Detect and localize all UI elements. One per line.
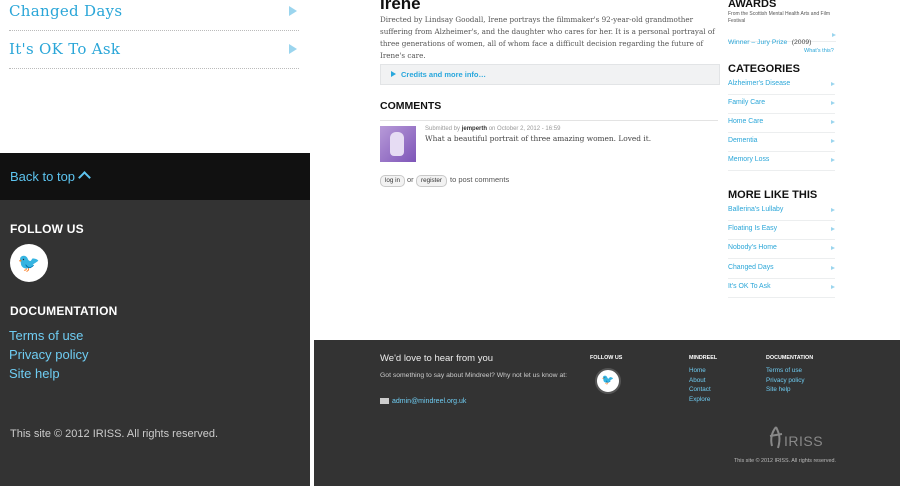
arrow-right-icon — [831, 246, 835, 250]
twitter-icon: 🐦 — [601, 375, 615, 386]
site-help-link[interactable]: Site help — [766, 386, 791, 393]
follow-us-heading: FOLLOW US — [10, 222, 84, 236]
comment-date: on October 2, 2012 - 16:59 — [488, 126, 561, 132]
related-item[interactable]: Changed Days — [728, 260, 835, 279]
arrow-right-icon — [289, 6, 297, 16]
credits-toggle[interactable]: Credits and more info… — [380, 64, 720, 85]
category-item[interactable]: Alzheimer's Disease — [728, 76, 835, 95]
arrow-right-icon — [289, 44, 297, 54]
list-item-changed-days[interactable]: Changed Days — [9, 0, 299, 31]
or-text: or — [407, 175, 414, 184]
categories-heading: CATEGORIES — [728, 63, 800, 75]
envelope-icon — [380, 398, 389, 404]
twitter-button[interactable]: 🐦 — [10, 244, 48, 282]
site-help-link[interactable]: Site help — [9, 366, 60, 381]
avatar — [380, 126, 416, 162]
arrow-right-icon — [831, 82, 835, 86]
copyright: This site © 2012 IRISS. All rights reser… — [734, 458, 836, 464]
arrow-right-icon — [831, 227, 835, 231]
chevron-up-icon — [78, 171, 91, 184]
email-link[interactable]: admin@mindreel.org.uk — [380, 398, 466, 405]
twitter-icon: 🐦 — [17, 253, 41, 273]
home-link[interactable]: Home — [689, 367, 706, 374]
category-label: Memory Loss — [728, 156, 770, 163]
comments-heading: COMMENTS — [380, 100, 442, 112]
follow-us-heading: FOLLOW US — [590, 355, 623, 361]
triangle-right-icon — [391, 71, 396, 77]
email-address: admin@mindreel.org.uk — [392, 398, 467, 405]
mindreel-heading: MINDREEL — [689, 355, 718, 361]
privacy-link[interactable]: Privacy policy — [9, 347, 88, 362]
awards-heading: AWARDS — [728, 0, 777, 10]
terms-link[interactable]: Terms of use — [766, 367, 802, 374]
documentation-heading: DOCUMENTATION — [766, 355, 814, 361]
arrow-right-icon — [831, 285, 835, 289]
footer-text: Got something to say about Mindreel? Why… — [380, 372, 568, 379]
logo-text: IRISS — [784, 433, 824, 449]
arrow-right-icon — [831, 208, 835, 212]
category-item[interactable]: Memory Loss — [728, 152, 835, 171]
arrow-right-icon — [831, 158, 835, 162]
page-title: Irene — [380, 0, 421, 13]
list-item-its-ok-to-ask[interactable]: It's OK To Ask — [9, 38, 299, 69]
desktop-view: Irene Directed by Lindsay Goodall, Irene… — [314, 0, 900, 486]
film-description: Directed by Lindsay Goodall, Irene portr… — [380, 15, 715, 60]
arrow-right-icon — [831, 266, 835, 270]
award-year: (2009) — [791, 39, 812, 46]
category-label: Alzheimer's Disease — [728, 80, 791, 87]
arrow-right-icon — [831, 101, 835, 105]
arrow-right-icon — [832, 33, 836, 37]
category-label: Home Care — [728, 118, 764, 125]
category-label: Family Care — [728, 99, 766, 106]
arrow-right-icon — [831, 139, 835, 143]
back-to-top-button[interactable]: Back to top — [0, 153, 310, 200]
related-label: Nobody's Home — [728, 244, 777, 251]
back-to-top-label: Back to top — [10, 169, 76, 184]
privacy-link[interactable]: Privacy policy — [766, 377, 805, 384]
terms-link[interactable]: Terms of use — [9, 328, 83, 343]
related-label: Floating Is Easy — [728, 225, 778, 232]
related-label: Changed Days — [728, 264, 774, 271]
register-button[interactable]: register — [416, 175, 447, 187]
comment-meta-prefix: Submitted by — [425, 126, 461, 132]
comment-author[interactable]: jemperth — [462, 126, 487, 132]
contact-link[interactable]: Contact — [689, 386, 711, 393]
explore-link[interactable]: Explore — [689, 396, 710, 403]
category-item[interactable]: Family Care — [728, 95, 835, 114]
related-item[interactable]: Floating Is Easy — [728, 221, 835, 240]
iriss-logo: IRISS — [766, 424, 836, 454]
whats-this-link[interactable]: What's this? — [804, 48, 834, 54]
login-button[interactable]: log in — [380, 175, 406, 187]
mobile-footer: FOLLOW US 🐦 DOCUMENTATION Terms of use P… — [0, 200, 310, 486]
award-item[interactable]: Winner – Jury Prize (2009) — [728, 31, 836, 46]
award-title: Winner – Jury Prize — [728, 39, 788, 46]
related-label: It's OK To Ask — [728, 283, 771, 290]
documentation-heading: DOCUMENTATION — [10, 304, 118, 318]
related-label: Ballerina's Lullaby — [728, 206, 784, 213]
category-item[interactable]: Home Care — [728, 114, 835, 133]
awards-org: From the Scottish Mental Health Arts and… — [728, 11, 830, 24]
related-item[interactable]: Ballerina's Lullaby — [728, 202, 835, 221]
category-label: Dementia — [728, 137, 758, 144]
copyright: This site © 2012 IRISS. All rights reser… — [10, 428, 219, 440]
related-item[interactable]: It's OK To Ask — [728, 279, 835, 298]
about-link[interactable]: About — [689, 377, 705, 384]
twitter-button[interactable]: 🐦 — [595, 368, 621, 394]
list-item-label: It's OK To Ask — [9, 40, 121, 58]
list-item-label: Changed Days — [9, 2, 123, 20]
comment-text: What a beautiful portrait of three amazi… — [425, 134, 652, 143]
desktop-footer: We'd love to hear from you Got something… — [314, 340, 900, 486]
footer-heading: We'd love to hear from you — [380, 353, 494, 364]
divider — [380, 120, 718, 121]
credits-label: Credits and more info… — [401, 70, 487, 79]
related-item[interactable]: Nobody's Home — [728, 240, 835, 259]
mobile-view: Changed Days It's OK To Ask Back to top … — [0, 0, 310, 486]
more-like-this-heading: MORE LIKE THIS — [728, 189, 818, 201]
arrow-right-icon — [831, 120, 835, 124]
category-item[interactable]: Dementia — [728, 133, 835, 152]
comment-meta: Submitted by jemperth on October 2, 2012… — [425, 126, 560, 132]
post-comments-text: to post comments — [450, 175, 510, 184]
